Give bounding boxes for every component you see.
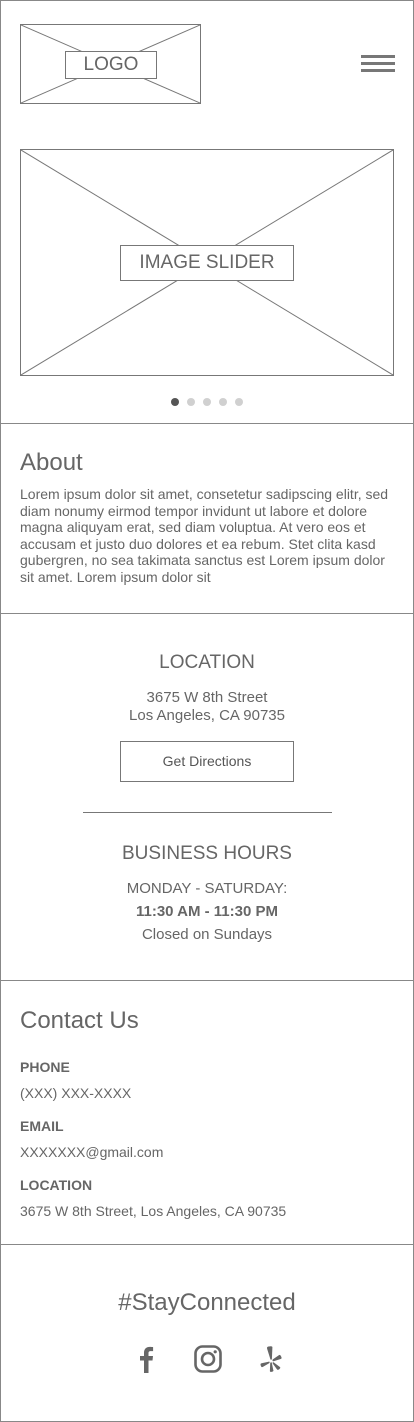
slider-dot[interactable] [219, 398, 227, 406]
get-directions-button[interactable]: Get Directions [120, 741, 294, 782]
address-line-1: 3675 W 8th Street [146, 689, 268, 706]
about-title: About [20, 449, 83, 476]
about-body: Lorem ipsum dolor sit amet, consetetur s… [20, 486, 389, 585]
instagram-icon[interactable] [193, 1344, 223, 1374]
location-title: LOCATION [159, 652, 255, 673]
logo[interactable]: LOGO [20, 24, 201, 104]
divider [83, 812, 332, 813]
slider-pagination [171, 398, 243, 406]
facebook-icon[interactable] [131, 1344, 161, 1374]
slider-dot[interactable] [203, 398, 211, 406]
slider-dot[interactable] [171, 398, 179, 406]
slider-label: IMAGE SLIDER [120, 245, 294, 281]
hamburger-menu-icon[interactable] [361, 55, 395, 73]
header-section: LOGO IMAGE SLIDER [0, 0, 414, 424]
logo-text: LOGO [65, 51, 157, 79]
phone-label: PHONE [20, 1059, 70, 1075]
hours-closed: Closed on Sundays [141, 926, 273, 943]
phone-value[interactable]: (XXX) XXX-XXXX [20, 1085, 131, 1101]
business-hours-title: BUSINESS HOURS [122, 843, 292, 864]
image-slider[interactable]: IMAGE SLIDER [20, 149, 394, 376]
location-value[interactable]: 3675 W 8th Street, Los Angeles, CA 90735 [20, 1203, 286, 1219]
contact-title: Contact Us [20, 1007, 139, 1034]
address-line-2: Los Angeles, CA 90735 [129, 707, 285, 724]
slider-dot[interactable] [235, 398, 243, 406]
email-label: EMAIL [20, 1118, 64, 1134]
yelp-icon[interactable] [256, 1344, 286, 1374]
slider-dot[interactable] [187, 398, 195, 406]
hours-time: 11:30 AM - 11:30 PM [135, 903, 278, 920]
hours-days: MONDAY - SATURDAY: [126, 880, 288, 897]
location-label: LOCATION [20, 1177, 93, 1193]
stay-connected-title: #StayConnected [118, 1289, 296, 1316]
email-value[interactable]: XXXXXXX@gmail.com [20, 1144, 163, 1160]
